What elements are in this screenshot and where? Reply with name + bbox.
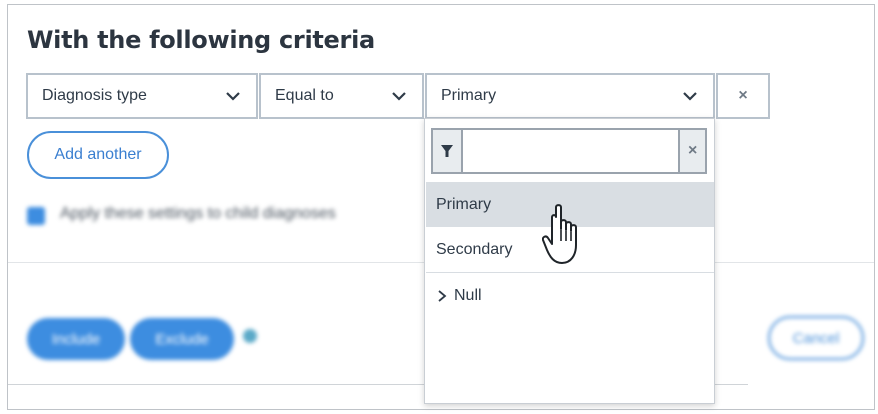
field-select-value: Diagnosis type: [42, 87, 147, 104]
include-button[interactable]: Include: [27, 318, 125, 360]
exclude-button[interactable]: Exclude: [130, 318, 234, 360]
dropdown-filter: ×: [431, 128, 707, 174]
remove-criterion-button[interactable]: ×: [716, 73, 770, 119]
apply-child-label: Apply these settings to child diagnoses: [60, 205, 336, 222]
operator-select[interactable]: Equal to: [259, 73, 424, 119]
cancel-button[interactable]: Cancel: [768, 316, 864, 360]
filter-button[interactable]: [433, 130, 464, 172]
info-icon[interactable]: [243, 329, 257, 343]
filter-icon: [441, 145, 454, 157]
chevron-down-icon: [392, 92, 406, 101]
value-select[interactable]: Primary: [425, 73, 715, 119]
close-icon: ×: [738, 87, 748, 104]
section-heading: With the following criteria: [27, 26, 375, 54]
close-icon: ×: [688, 142, 698, 159]
add-another-button[interactable]: Add another: [27, 131, 169, 179]
option-label: Primary: [436, 195, 492, 213]
option-label: Secondary: [436, 240, 513, 258]
filter-input[interactable]: [463, 130, 679, 172]
field-select[interactable]: Diagnosis type: [26, 73, 258, 119]
chevron-down-icon: [226, 92, 240, 101]
group-label: Null: [454, 286, 482, 304]
dropdown-group-null[interactable]: Null: [426, 273, 714, 318]
operator-select-value: Equal to: [275, 87, 334, 104]
value-select-value: Primary: [441, 87, 497, 104]
chevron-down-icon: [683, 92, 697, 101]
filter-clear-button[interactable]: ×: [678, 130, 705, 172]
chevron-right-icon: [438, 289, 447, 302]
apply-child-checkbox[interactable]: [27, 207, 45, 225]
hand-cursor-icon: [542, 204, 577, 264]
